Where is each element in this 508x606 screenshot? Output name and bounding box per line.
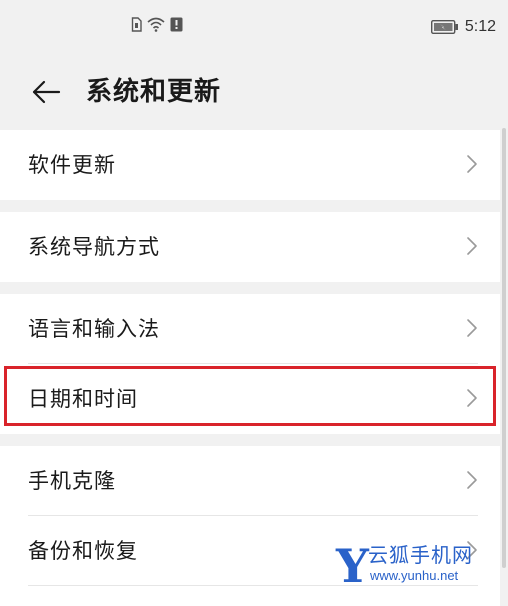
row-label: 备份和恢复: [28, 539, 138, 563]
row-system-navigation[interactable]: 系统导航方式: [0, 212, 500, 282]
chevron-right-icon: [467, 237, 477, 255]
arrow-left-icon: [32, 80, 61, 104]
sim-icon: [131, 17, 142, 32]
chevron-right-icon: [467, 155, 477, 173]
chevron-right-icon: [467, 319, 477, 337]
header: 系统和更新: [0, 62, 508, 122]
row-software-update[interactable]: 软件更新: [0, 130, 500, 200]
status-icons: [131, 17, 183, 32]
row-language-input[interactable]: 语言和输入法: [0, 294, 500, 364]
watermark-url: www.yunhu.net: [370, 568, 459, 583]
settings-group-software-update: 软件更新: [0, 130, 500, 200]
battery-icon: [430, 20, 458, 34]
row-date-time[interactable]: 日期和时间: [0, 364, 500, 434]
row-phone-clone[interactable]: 手机克隆: [0, 446, 500, 516]
status-bar: 5:12: [0, 0, 508, 54]
notification-icon: [170, 17, 183, 32]
scrollbar[interactable]: [502, 128, 506, 568]
row-label: 语言和输入法: [28, 317, 160, 341]
settings-group-navigation: 系统导航方式: [0, 212, 500, 282]
settings-group-language-time: 语言和输入法 日期和时间: [0, 294, 500, 434]
row-label: 日期和时间: [28, 387, 138, 411]
row-label: 软件更新: [28, 153, 116, 177]
watermark-logo-letter: Y: [336, 539, 369, 593]
watermark: Y 云狐手机网 www.yunhu.net: [336, 542, 496, 590]
wifi-icon: [147, 17, 165, 32]
chevron-right-icon: [467, 389, 477, 407]
row-label: 手机克隆: [28, 469, 116, 493]
status-time: 5:12: [464, 18, 496, 35]
watermark-name: 云狐手机网: [368, 543, 473, 567]
row-label: 系统导航方式: [28, 235, 160, 259]
status-right: 5:12: [430, 17, 496, 37]
back-button[interactable]: [26, 74, 66, 110]
page-title: 系统和更新: [86, 77, 222, 107]
chevron-right-icon: [467, 471, 477, 489]
